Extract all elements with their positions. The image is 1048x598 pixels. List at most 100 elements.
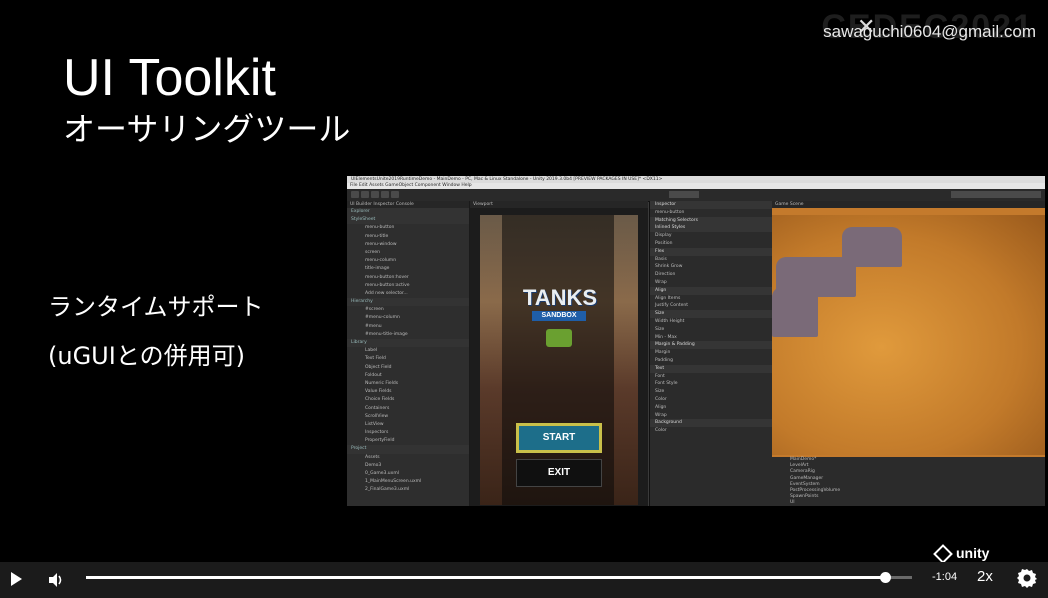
tree-row: Object Field [365, 364, 392, 370]
tree-row: StyleSheet [347, 216, 469, 225]
tree-row: Hierarchy [347, 298, 469, 307]
unity-editor-screenshot: UIElementsUnite2019RuntimeDemo - MainDem… [347, 176, 1045, 506]
inspector-row: Min - Max [655, 334, 677, 340]
inspector-row: Margin & Padding [650, 341, 772, 350]
slide: CEDEC2021 sawaguchi0604@gmail.com ✕ UI T… [0, 0, 1048, 562]
sandbox-banner: SANDBOX [532, 311, 586, 321]
time-remaining: -1:04 [932, 571, 958, 583]
inspector-row: Margin [655, 350, 671, 356]
tree-row: menu-button [365, 225, 395, 231]
game-scene [772, 215, 1045, 455]
inspector-row: Position [655, 240, 673, 246]
tree-row: Value Fields [365, 389, 392, 395]
inspector-row: Width Height [655, 318, 685, 324]
inspector-row: Font [655, 373, 665, 379]
tree-row: 1_MainMenuScreen.uxml [365, 479, 422, 485]
inspector-row: Direction [655, 272, 676, 278]
scale-tool-icon [381, 191, 389, 198]
inspector-row: Wrap [655, 279, 667, 285]
tree-row: Foldout [365, 372, 382, 378]
inspector-row: Basis [655, 256, 667, 262]
tree-row: Containers [365, 405, 390, 411]
editor-play-controls [669, 191, 699, 198]
tree-row: screen [365, 249, 380, 255]
tree-row: Numeric Fields [365, 380, 399, 386]
game-view-pane: Game Scene MainDemo* LevelArt CameraRig … [772, 201, 1045, 506]
ui-builder-pane: UI Builder Inspector Console Explorer St… [347, 201, 470, 506]
inspector-row: Shrink Grow [655, 264, 683, 270]
play-icon[interactable] [11, 572, 22, 586]
tree-row: ListView [365, 421, 384, 427]
tree-row: menu-column [365, 258, 397, 264]
inspector-row: Display [655, 233, 672, 239]
email-overlay: sawaguchi0604@gmail.com [823, 22, 1036, 41]
hand-tool-icon [351, 191, 359, 198]
inspector-row: Color [655, 396, 667, 402]
tanks-logo: TANKS [522, 285, 598, 310]
viewport-label: Viewport [470, 201, 648, 208]
tree-row: Add new selector... [365, 290, 408, 296]
inspector-row: Inspector [650, 201, 772, 209]
close-icon[interactable]: ✕ [857, 15, 875, 40]
inspector-row: Align [655, 404, 667, 410]
tree-row: #screen [365, 307, 384, 313]
inspector-row: Size [655, 326, 665, 332]
tree-row: Choice Fields [365, 397, 395, 403]
exit-button: EXIT [516, 459, 602, 487]
rect-tool-icon [391, 191, 399, 198]
tree-row: menu-button:hover [365, 274, 409, 280]
tree-row: Demo3 [365, 462, 382, 468]
slide-subtitle: オーサリングツール [63, 110, 351, 148]
tree-row: title-image [365, 266, 390, 272]
tree-row: 0_Game3.uxml [365, 471, 399, 476]
game-tab: Game [775, 202, 789, 207]
ui-builder-tab: UI Builder [350, 202, 372, 207]
unity-cube-icon [933, 544, 953, 562]
inspector-row: Justify Content [655, 303, 689, 309]
bullet-ugui-compat: (uGUIとの併用可) [48, 342, 245, 370]
explorer-label: Explorer [347, 208, 469, 217]
inspector-row: Background [650, 419, 772, 428]
tree-row: 2_FinalGame3.uxml [365, 487, 410, 493]
tree-row: PropertyField [365, 438, 395, 444]
inspector-row: Matching Selectors [650, 216, 772, 225]
scene-tab: Scene [789, 202, 804, 207]
gear-icon[interactable] [1017, 568, 1037, 588]
unity-logo-text: unity [956, 545, 990, 561]
tank-icon [546, 329, 572, 347]
move-tool-icon [361, 191, 369, 198]
game-view-tabs: Game Scene [772, 201, 1045, 208]
editor-account-controls [951, 191, 1041, 198]
progress-scrubber[interactable] [879, 572, 891, 583]
inspector-row: Text [650, 364, 772, 373]
tree-row: Inspectors [365, 430, 389, 436]
tree-row: menu-window [365, 241, 397, 247]
hierarchy-panel: MainDemo* LevelArt CameraRig GameManager… [772, 457, 1045, 506]
tree-row: #menu-column [365, 315, 400, 321]
inspector-row: Align [650, 286, 772, 295]
inspector-row: Inlined Styles [650, 224, 772, 233]
hierarchy-row: UI [790, 500, 795, 506]
inspector-tab: Inspector [373, 202, 395, 207]
rotate-tool-icon [371, 191, 379, 198]
start-button: START [516, 423, 602, 453]
inspector-pane: Inspector menu-button Matching Selectors… [649, 201, 772, 506]
progress-track[interactable] [86, 572, 912, 583]
inspector-row: Font Style [655, 381, 678, 387]
viewport-pane: Viewport TANKS SANDBOX START EXIT [470, 201, 648, 506]
progress-fill [86, 576, 885, 579]
inspector-row: Padding [655, 357, 673, 363]
console-tab: Console [395, 202, 414, 207]
tree-row: ScrollView [365, 413, 389, 419]
slide-title: UI Toolkit [63, 49, 276, 107]
bunker [772, 287, 818, 337]
inspector-row: Wrap [655, 412, 667, 418]
tree-row: Assets [365, 454, 380, 460]
inspector-row: Color [655, 428, 667, 434]
playback-speed-button[interactable]: 2x [977, 568, 993, 585]
volume-icon[interactable] [47, 571, 65, 589]
tree-row: Project [347, 445, 469, 454]
tree-row: menu-button:active [365, 282, 410, 288]
inspector-row: Flex [650, 247, 772, 256]
tree-row: Library [347, 339, 469, 348]
